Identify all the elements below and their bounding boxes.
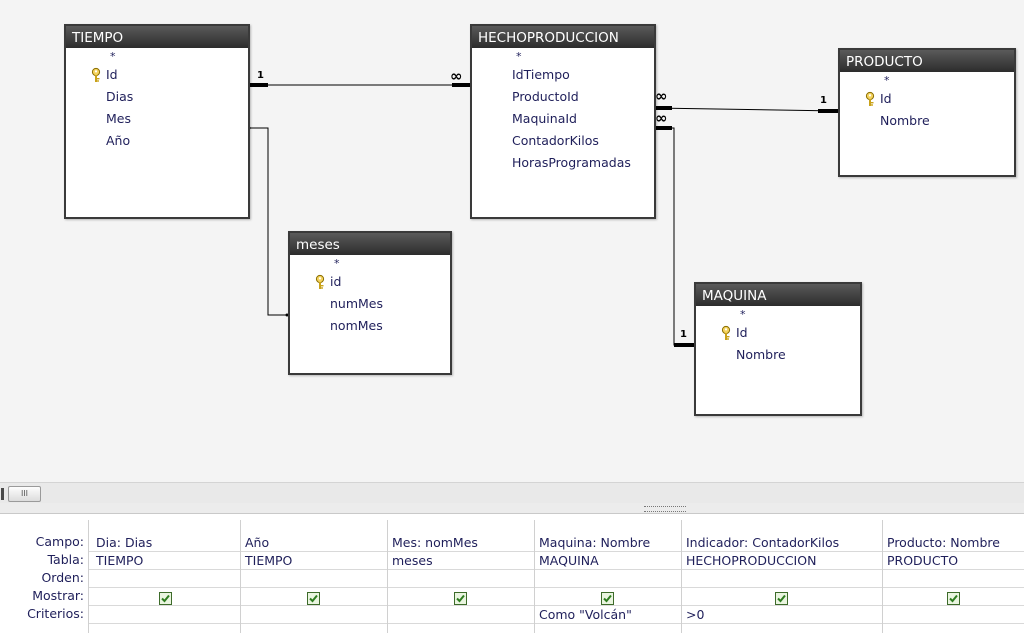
grid-cell-orden[interactable] [682, 570, 879, 588]
field-item[interactable]: Nombre [840, 110, 1014, 132]
row-label-criterios: Criterios: [27, 606, 84, 621]
table-title[interactable]: TIEMPO [66, 26, 248, 48]
grid-cell-criterios[interactable] [241, 606, 384, 624]
grid-cell-tabla[interactable]: PRODUCTO [883, 552, 1022, 570]
cardinality-many-label: ∞ [655, 87, 668, 105]
all-fields-item[interactable]: * [290, 257, 450, 271]
all-fields-item[interactable]: * [696, 308, 860, 322]
all-fields-item[interactable]: * [472, 50, 654, 64]
key-icon [865, 91, 875, 106]
scrollbar-edge [1, 488, 4, 500]
grid-cell-tabla[interactable]: TIEMPO [241, 552, 384, 570]
grid-cell-campo[interactable]: Indicador: ContadorKilos [682, 534, 879, 552]
grid-cell-criterios[interactable] [92, 606, 237, 624]
query-design-grid: Campo: Tabla: Orden: Mostrar: Criterios:… [0, 514, 1024, 633]
field-item[interactable]: Dias [66, 86, 248, 108]
grid-cell-campo[interactable]: Producto: Nombre [883, 534, 1022, 552]
table-title[interactable]: meses [290, 233, 450, 255]
field-item[interactable]: Año [66, 130, 248, 152]
row-label-campo: Campo: [35, 534, 84, 549]
field-name: Id [106, 67, 118, 82]
grid-cell-tabla[interactable]: TIEMPO [92, 552, 237, 570]
all-fields-item[interactable]: * [66, 50, 248, 64]
table-title[interactable]: PRODUCTO [840, 50, 1014, 72]
grid-cell-campo[interactable]: Año [241, 534, 384, 552]
grid-cell-tabla[interactable]: HECHOPRODUCCION [682, 552, 879, 570]
field-item[interactable]: Id [696, 322, 860, 344]
checkbox-checked-icon[interactable] [307, 592, 320, 605]
row-label-orden: Orden: [41, 570, 84, 585]
grid-column[interactable]: Indicador: ContadorKilos HECHOPRODUCCION >… [682, 514, 881, 633]
field-item[interactable]: Id [66, 64, 248, 86]
cardinality-many-label: ∞ [450, 67, 463, 85]
field-item[interactable]: nomMes [290, 315, 450, 337]
rel-line-hecho-maquina [654, 127, 694, 346]
table-meses[interactable]: meses * id numMes nomMes [288, 231, 452, 375]
field-item[interactable]: id [290, 271, 450, 293]
field-item[interactable]: MaquinaId [472, 108, 654, 130]
relationship-diagram-canvas[interactable]: 1 ∞ ∞ 1 ∞ 1 TIEMPO * Id Dias Mes Año HEC… [0, 0, 1024, 482]
field-item[interactable]: Id [840, 88, 1014, 110]
checkbox-checked-icon[interactable] [454, 592, 467, 605]
field-item[interactable]: ProductoId [472, 86, 654, 108]
row-label-tabla: Tabla: [47, 552, 84, 567]
grid-cell-campo[interactable]: Maquina: Nombre [535, 534, 678, 552]
grid-cell-tabla[interactable]: MAQUINA [535, 552, 678, 570]
table-title[interactable]: HECHOPRODUCCION [472, 26, 654, 48]
field-item[interactable]: Nombre [696, 344, 860, 366]
grid-cell-criterios[interactable]: >0 [682, 606, 879, 624]
table-hechoproduccion[interactable]: HECHOPRODUCCION * IdTiempo ProductoId Ma… [470, 24, 656, 219]
rel-line-hecho-producto [653, 107, 839, 112]
grid-cell-campo[interactable]: Dia: Dias [92, 534, 237, 552]
field-item[interactable]: numMes [290, 293, 450, 315]
grid-cell-orden[interactable] [241, 570, 384, 588]
grid-column[interactable]: Mes: nomMes meses [388, 514, 533, 633]
table-producto[interactable]: PRODUCTO * Id Nombre [838, 48, 1016, 177]
field-item[interactable]: Mes [66, 108, 248, 130]
cardinality-one-label: 1 [820, 95, 827, 106]
checkbox-checked-icon[interactable] [947, 592, 960, 605]
field-item[interactable]: IdTiempo [472, 64, 654, 86]
field-name: Id [880, 91, 892, 106]
row-label-mostrar: Mostrar: [32, 588, 84, 603]
grid-cell-criterios[interactable] [883, 606, 1022, 624]
scrollbar-thumb[interactable]: III [8, 486, 41, 502]
splitter-grip-icon[interactable] [644, 506, 686, 512]
horizontal-scrollbar[interactable]: III [0, 482, 1024, 504]
grid-cell-orden[interactable] [388, 570, 531, 588]
grid-column[interactable]: Producto: Nombre PRODUCTO [883, 514, 1024, 633]
table-title[interactable]: MAQUINA [696, 284, 860, 306]
table-tiempo[interactable]: TIEMPO * Id Dias Mes Año [64, 24, 250, 219]
grid-cell-orden[interactable] [92, 570, 237, 588]
field-item[interactable]: ContadorKilos [472, 130, 654, 152]
grid-cell-orden[interactable] [535, 570, 678, 588]
rel-line-tiempo-meses [248, 127, 289, 316]
grid-cell-criterios[interactable]: Como "Volcán" [535, 606, 678, 624]
key-icon [721, 325, 731, 340]
grid-cell-criterios[interactable] [388, 606, 531, 624]
checkbox-checked-icon[interactable] [601, 592, 614, 605]
grid-cell-campo[interactable]: Mes: nomMes [388, 534, 531, 552]
grid-cell-orden[interactable] [883, 570, 1022, 588]
field-name: Id [736, 325, 748, 340]
key-icon [91, 67, 101, 82]
field-item[interactable]: HorasProgramadas [472, 152, 654, 174]
key-icon [315, 274, 325, 289]
cardinality-many-label: ∞ [655, 109, 668, 127]
grid-column[interactable]: Maquina: Nombre MAQUINA Como "Volcán" [535, 514, 680, 633]
cardinality-one-label: 1 [257, 70, 264, 81]
grid-column[interactable]: Dia: Dias TIEMPO [92, 514, 239, 633]
grid-cell-tabla[interactable]: meses [388, 552, 531, 570]
cardinality-one-label: 1 [680, 329, 687, 340]
checkbox-checked-icon[interactable] [159, 592, 172, 605]
grid-column[interactable]: Año TIEMPO [241, 514, 386, 633]
all-fields-item[interactable]: * [840, 74, 1014, 88]
field-name: id [330, 274, 342, 289]
pane-splitter[interactable] [0, 503, 1024, 514]
checkbox-checked-icon[interactable] [775, 592, 788, 605]
table-maquina[interactable]: MAQUINA * Id Nombre [694, 282, 862, 416]
